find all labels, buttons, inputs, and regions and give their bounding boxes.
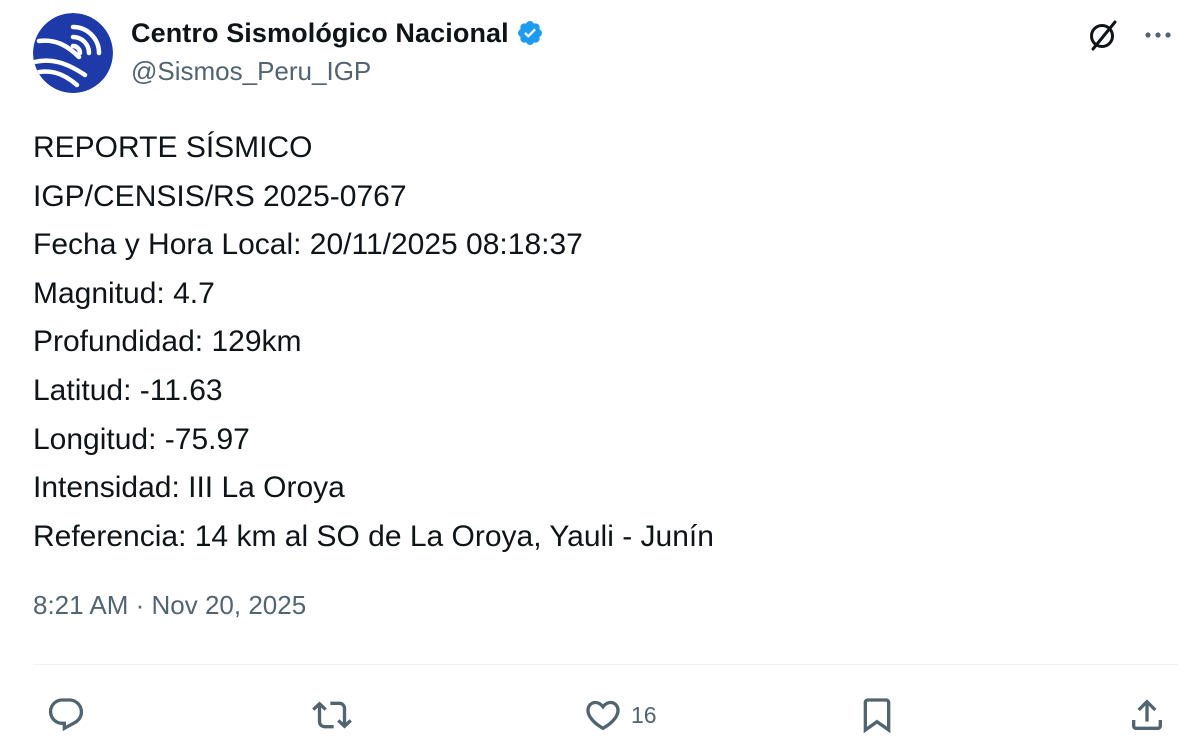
action-bar: 16 bbox=[0, 690, 1200, 740]
reply-icon bbox=[48, 698, 84, 732]
handle[interactable]: @Sismos_Peru_IGP bbox=[131, 56, 371, 87]
like-count: 16 bbox=[631, 701, 657, 728]
tweet-text: REPORTE SÍSMICO IGP/CENSIS/RS 2025-0767 … bbox=[33, 124, 1163, 561]
grok-icon[interactable] bbox=[1086, 18, 1120, 52]
repost-icon bbox=[312, 701, 352, 729]
report-magnitude: Magnitud: 4.7 bbox=[33, 276, 215, 310]
report-id: IGP/CENSIS/RS 2025-0767 bbox=[33, 179, 407, 213]
report-reference: Referencia: 14 km al SO de La Oroya, Yau… bbox=[33, 519, 714, 553]
post-timestamp[interactable]: 8:21 AM · Nov 20, 2025 bbox=[33, 590, 306, 621]
display-name[interactable]: Centro Sismológico Nacional bbox=[131, 18, 509, 49]
author-name-row[interactable]: Centro Sismológico Nacional bbox=[131, 14, 544, 52]
share-button[interactable] bbox=[1127, 690, 1167, 740]
report-datetime: Fecha y Hora Local: 20/11/2025 08:18:37 bbox=[33, 228, 583, 262]
heart-icon bbox=[586, 700, 620, 731]
repost-button[interactable] bbox=[312, 690, 352, 740]
report-latitude: Latitud: -11.63 bbox=[33, 373, 223, 407]
share-icon bbox=[1132, 699, 1162, 730]
top-actions bbox=[1086, 18, 1174, 52]
bookmark-icon bbox=[863, 698, 891, 734]
more-icon[interactable] bbox=[1142, 19, 1174, 51]
igp-logo-icon bbox=[33, 13, 113, 93]
verified-badge-icon[interactable] bbox=[516, 19, 544, 47]
like-button[interactable]: 16 bbox=[583, 690, 657, 740]
report-depth: Profundidad: 129km bbox=[33, 325, 302, 359]
report-title: REPORTE SÍSMICO bbox=[33, 131, 313, 164]
report-intensity: Intensidad: III La Oroya bbox=[33, 471, 345, 505]
reply-button[interactable] bbox=[46, 690, 86, 740]
report-longitude: Longitud: -75.97 bbox=[33, 422, 250, 456]
divider bbox=[33, 664, 1178, 665]
tweet-card: Centro Sismológico Nacional @Sismos_Peru… bbox=[0, 0, 1200, 755]
bookmark-button[interactable] bbox=[857, 690, 897, 740]
avatar[interactable] bbox=[33, 13, 113, 93]
